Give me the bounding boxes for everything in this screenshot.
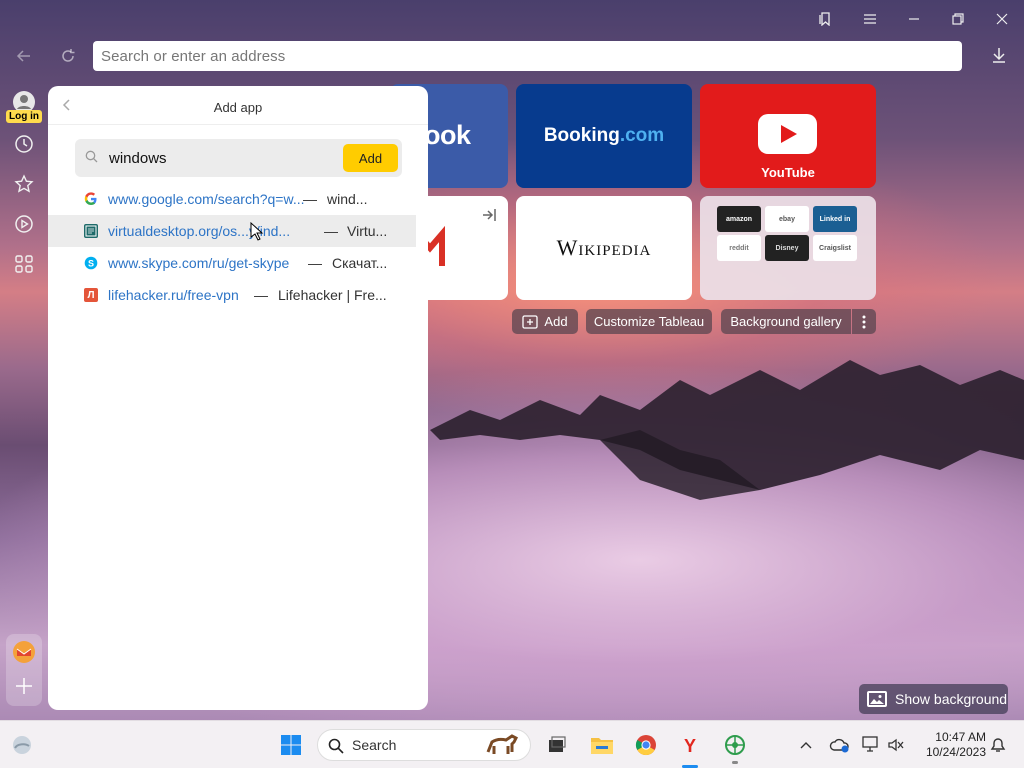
suggestion-desc: wind... (327, 191, 368, 207)
suggestion-url: lifehacker.ru/free-vpn (108, 287, 239, 303)
history-icon[interactable] (12, 132, 36, 156)
notifications-icon[interactable] (986, 733, 1010, 757)
tile-youtube[interactable]: YouTube (700, 84, 876, 188)
show-background-label: Show background (895, 691, 1008, 707)
add-tile-icon (522, 314, 539, 329)
suggestion-desc: Скачат... (332, 255, 388, 271)
suggestion-separator: — (254, 287, 268, 303)
mini-tile-disney[interactable]: Disney (765, 235, 809, 261)
mini-tile-reddit[interactable]: reddit (717, 235, 761, 261)
address-placeholder: Search or enter an address (101, 47, 286, 65)
suggestion-separator: — (308, 255, 322, 271)
system-clock[interactable]: 10:47 AM 10/24/2023 (914, 730, 986, 760)
bookmarks-icon[interactable] (802, 6, 848, 32)
clock-time: 10:47 AM (935, 730, 986, 744)
taskbar-search-label: Search (352, 737, 397, 753)
google-favicon-icon (84, 192, 98, 206)
sign-in-icon[interactable] (482, 208, 498, 225)
running-app-indicator (732, 761, 738, 764)
tableau-add-label: Add (544, 314, 568, 329)
image-icon (867, 691, 887, 707)
tile-facebook-text: ook (424, 120, 471, 150)
background-gallery-button[interactable]: Background gallery (721, 309, 851, 334)
play-video-icon[interactable] (12, 212, 36, 236)
suggestion-separator: — (303, 191, 317, 207)
restore-icon[interactable] (936, 6, 980, 32)
suggestion-item[interactable]: virtualdesktop.org/os...y/ind... — Virtu… (48, 215, 416, 247)
minimize-icon[interactable] (892, 6, 936, 32)
add-app-panel: Add app windows Add www.google.com/searc… (48, 86, 428, 710)
windows-start-icon[interactable] (279, 733, 303, 757)
suggestion-desc: Virtu... (347, 223, 388, 239)
suggestion-separator: — (324, 223, 338, 239)
virtualdesktop-favicon-icon (84, 224, 98, 238)
mail-app-icon[interactable] (12, 640, 36, 664)
tile-folder[interactable]: amazon ebay Linked in reddit Disney Crai… (700, 196, 876, 300)
yandex-browser-icon[interactable]: Y (678, 733, 702, 757)
apps-grid-icon[interactable] (12, 252, 36, 276)
tile-booking-logo: Booking.com (543, 125, 665, 146)
vpn-app-icon[interactable] (723, 733, 747, 757)
login-badge[interactable]: Log in (6, 110, 42, 123)
panel-title: Add app (213, 100, 263, 115)
svg-text:S: S (88, 258, 94, 268)
mouse-cursor-icon (250, 221, 264, 241)
task-view-icon[interactable] (545, 733, 569, 757)
tableau-add-button[interactable]: Add (512, 309, 578, 334)
favorites-star-icon[interactable] (12, 172, 36, 196)
search-icon (85, 150, 98, 166)
file-explorer-icon[interactable] (590, 733, 614, 757)
suggestion-item[interactable]: Л lifehacker.ru/free-vpn — Lifehacker | … (48, 279, 416, 311)
customize-tableau-button[interactable]: Customize Tableau (586, 309, 712, 334)
mini-tile-craigslist[interactable]: Craigslist (813, 235, 857, 261)
chrome-icon[interactable] (634, 733, 658, 757)
suggestion-item[interactable]: www.google.com/search?q=w... — wind... (48, 183, 416, 215)
sidebar: Log in (0, 86, 48, 716)
clock-date: 10/24/2023 (925, 745, 986, 759)
menu-icon[interactable] (848, 6, 892, 32)
taskbar-search[interactable]: Search (317, 729, 531, 761)
add-app-plus-icon[interactable] (14, 676, 34, 696)
address-bar[interactable]: Search or enter an address (93, 41, 962, 71)
suggestion-url: www.google.com/search?q=w... (108, 191, 305, 207)
skype-favicon-icon: S (84, 256, 98, 270)
panel-divider (48, 124, 428, 125)
tile-booking[interactable]: Booking.com (516, 84, 692, 188)
taskbar-search-icon (328, 738, 344, 754)
back-icon[interactable] (12, 44, 36, 68)
mini-tile-ebay[interactable]: ebay (765, 206, 809, 232)
add-app-button[interactable]: Add (343, 144, 398, 172)
download-icon[interactable] (990, 46, 1012, 68)
close-icon[interactable] (980, 6, 1024, 32)
taskbar: Search Y 10:47 AM 10/24/2023 (0, 720, 1024, 768)
svg-text:Y: Y (684, 736, 696, 756)
network-icon[interactable] (860, 733, 884, 757)
onedrive-icon[interactable] (828, 733, 852, 757)
sidebar-apps-group (6, 634, 42, 706)
lifehacker-favicon-icon: Л (84, 288, 98, 302)
tile-wikipedia[interactable]: Wikipedia (516, 196, 692, 300)
suggestion-url: www.skype.com/ru/get-skype (108, 255, 290, 271)
suggestion-item[interactable]: S www.skype.com/ru/get-skype — Скачат... (48, 247, 416, 279)
tile-wikipedia-text: Wikipedia (556, 235, 652, 260)
window-controls (802, 6, 1024, 32)
search-highlight-horse-icon (486, 734, 519, 754)
suggestion-desc: Lifehacker | Fre... (278, 287, 387, 303)
tray-chevron-up-icon[interactable] (794, 733, 818, 757)
tile-youtube-label: YouTube (761, 165, 815, 180)
more-options-icon[interactable] (852, 309, 876, 334)
mini-tile-linkedin[interactable]: Linked in (813, 206, 857, 232)
show-background-button[interactable]: Show background (859, 684, 1008, 714)
search-value: windows (109, 150, 167, 167)
weather-icon[interactable] (10, 733, 34, 757)
reload-icon[interactable] (56, 44, 80, 68)
app-search-input[interactable]: windows Add (75, 139, 402, 177)
youtube-play-icon (758, 114, 817, 154)
volume-muted-icon[interactable] (884, 733, 908, 757)
mini-tile-amazon[interactable]: amazon (717, 206, 761, 232)
